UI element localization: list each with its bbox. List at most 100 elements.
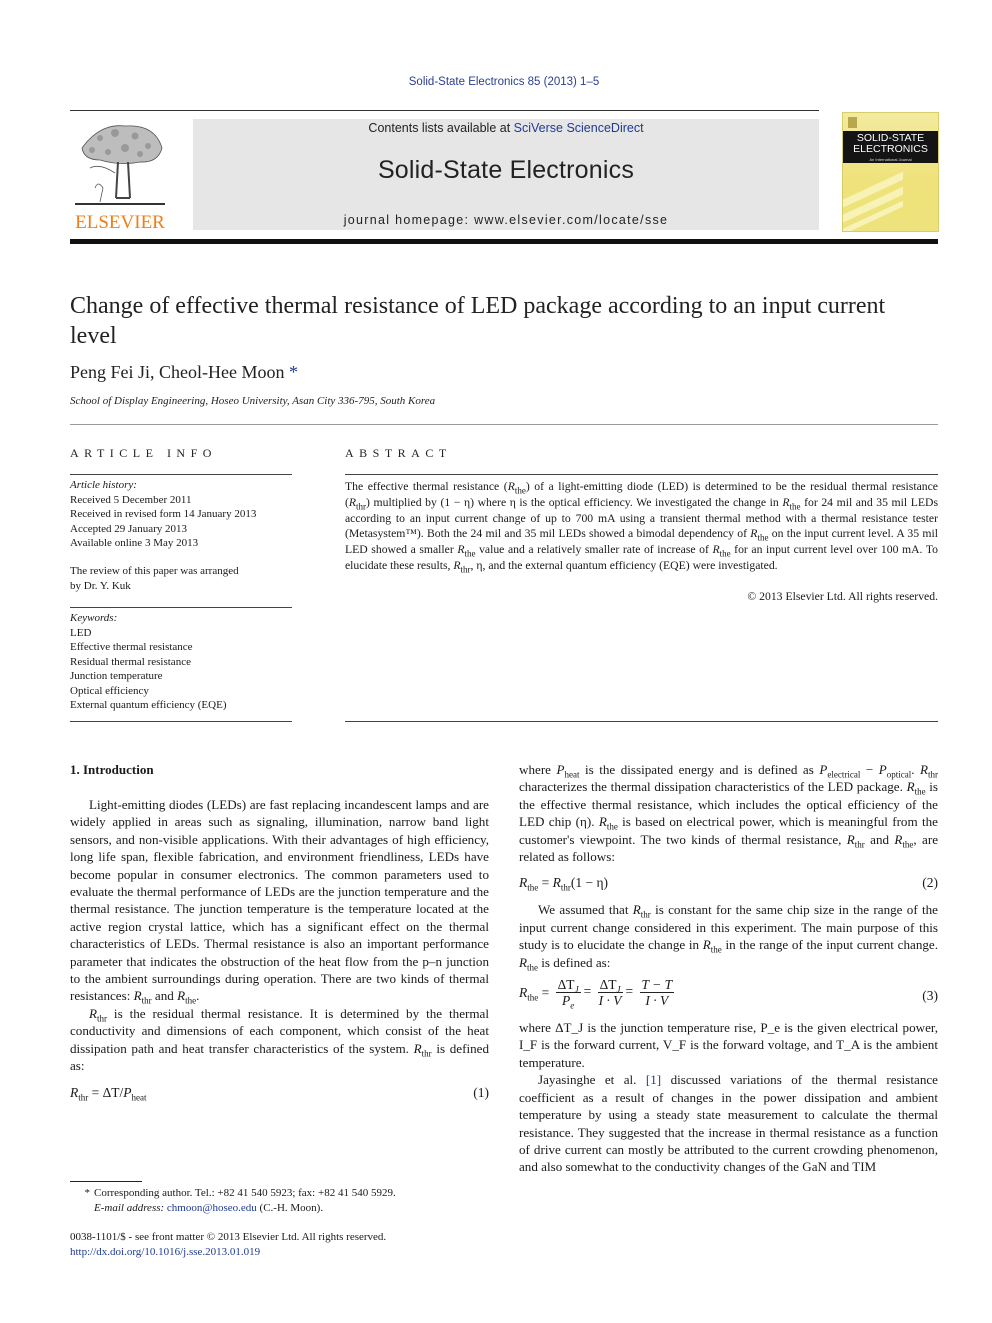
corresponding-author-marker[interactable]: * — [289, 362, 298, 382]
abstract-text: The effective thermal resistance ( — [345, 480, 508, 493]
section-heading-introduction: 1. Introduction — [70, 762, 154, 777]
elsevier-wordmark: ELSEVIER — [75, 212, 165, 233]
review-note: The review of this paper was arranged by… — [70, 564, 239, 593]
symbol: P — [123, 1084, 132, 1100]
subscript: heat — [131, 1092, 147, 1103]
contents-prefix: Contents lists available at — [368, 121, 514, 135]
subscript: the — [757, 532, 769, 543]
review-note-line: The review of this paper was arranged — [70, 565, 239, 577]
fraction: ΔTJ I · V — [597, 977, 623, 1009]
abstract-copyright: © 2013 Elsevier Ltd. All rights reserved… — [747, 590, 938, 603]
symbol: R — [133, 988, 142, 1004]
paragraph-text: . — [196, 988, 200, 1004]
email-link[interactable]: chmoon@hoseo.edu — [167, 1202, 257, 1214]
symbol: R — [552, 875, 561, 891]
equation-3: Rthe = ΔTJ Pe = ΔTJ I · V = T − TI · V (3) — [519, 977, 938, 1011]
article-history: Article history: Received 5 December 201… — [70, 478, 256, 551]
affiliation: School of Display Engineering, Hoseo Uni… — [70, 395, 436, 407]
numerator: ΔT — [599, 977, 617, 993]
symbol: P — [556, 762, 565, 777]
subscript: thr — [421, 1048, 432, 1059]
article-info-divider — [70, 607, 292, 608]
journal-homepage-link[interactable]: journal homepage: www.elsevier.com/locat… — [193, 213, 819, 227]
subscript: thr — [97, 1013, 107, 1024]
tree-icon — [75, 125, 165, 205]
cover-title-line-2: ELECTRONICS — [853, 143, 928, 155]
abstract-text: ) multiplied by (1 − η) where η is the o… — [366, 495, 783, 509]
keyword-item: External quantum efficiency (EQE) — [70, 699, 227, 711]
journal-cover-image: SOLID-STATE ELECTRONICS An International… — [842, 112, 939, 232]
keywords-list: Keywords: LED Effective thermal resistan… — [70, 611, 226, 713]
subscript: the — [606, 821, 618, 832]
keyword-item: LED — [70, 626, 92, 639]
article-info-divider — [70, 721, 292, 722]
paper-title: Change of effective thermal resistance o… — [70, 293, 886, 349]
cover-subtitle: An International Journal — [869, 157, 912, 162]
fraction: T − TI · V — [639, 977, 675, 1009]
email-label: E-mail address: — [94, 1202, 167, 1214]
abstract-text: value and a relatively smaller rate of i… — [475, 543, 713, 557]
numerator: T − T — [639, 977, 675, 994]
paragraph: Light-emitting diodes (LEDs) are fast re… — [70, 796, 489, 1006]
paragraph: We assumed that Rthr is constant for the… — [519, 901, 938, 971]
subscript: thr — [854, 839, 865, 850]
contents-availability: Contents lists available at SciVerse Sci… — [193, 121, 819, 135]
symbol: R — [632, 902, 641, 918]
body-column-right: where Pheat is the dissipated energy and… — [519, 761, 938, 1176]
keywords-label: Keywords: — [70, 612, 118, 624]
paragraph-text: and — [864, 831, 895, 847]
denominator: I · V — [598, 993, 622, 1009]
reference-link[interactable]: [1] — [646, 1072, 661, 1087]
symbol: R — [906, 779, 915, 795]
symbol: R — [846, 831, 855, 847]
subscript: the — [710, 944, 722, 955]
subscript: thr — [560, 883, 571, 894]
symbol: R — [89, 1005, 97, 1021]
article-info-heading: ARTICLE INFO — [70, 446, 217, 460]
header-divider — [70, 110, 819, 111]
keyword-item: Residual thermal resistance — [70, 655, 191, 668]
denominator: I · V — [645, 993, 669, 1009]
numerator: ΔT — [557, 977, 575, 993]
doi-link[interactable]: http://dx.doi.org/10.1016/j.sse.2013.01.… — [70, 1246, 260, 1258]
subscript: thr — [640, 910, 651, 921]
subscript: the — [527, 962, 538, 973]
equation-number: (3) — [922, 988, 938, 1004]
symbol: R — [507, 480, 515, 493]
paragraph-text: in the range of the input current change… — [721, 937, 939, 953]
subscript: the — [527, 883, 539, 894]
keyword-item: Junction temperature — [70, 670, 163, 682]
subscript: the — [789, 501, 801, 512]
equation-2: Rthe = Rthr(1 − η) (2) — [519, 875, 938, 894]
symbol: R — [413, 1040, 422, 1056]
author-list: Peng Fei Ji, Cheol-Hee Moon * — [70, 362, 298, 383]
history-item: Received 5 December 2011 — [70, 493, 192, 506]
symbol: R — [70, 1084, 79, 1100]
journal-citation-link[interactable]: Solid-State Electronics 85 (2013) 1–5 — [0, 76, 992, 88]
article-history-label: Article history: — [70, 479, 137, 491]
issn-line: 0038-1101/$ - see front matter © 2013 El… — [70, 1231, 387, 1243]
symbol: R — [702, 937, 711, 953]
authors: Peng Fei Ji, Cheol-Hee Moon — [70, 362, 285, 382]
sciencedirect-link[interactable]: SciVerse ScienceDirect — [514, 121, 644, 135]
title-divider — [70, 424, 938, 425]
equation-1: Rthr = ΔT/Pheat (1) — [70, 1084, 489, 1108]
symbol: R — [920, 762, 929, 777]
symbol: R — [519, 875, 528, 891]
paragraph-text: . — [911, 762, 921, 777]
subscript: the — [902, 839, 914, 850]
journal-title: Solid-State Electronics — [377, 156, 635, 184]
abstract-heading: ABSTRACT — [345, 446, 452, 460]
keyword-item: Effective thermal resistance — [70, 641, 193, 653]
email-suffix: (C.-H. Moon). — [256, 1202, 324, 1214]
history-item: Available online 3 May 2013 — [70, 537, 199, 549]
denominator: P — [561, 993, 571, 1009]
history-item: Received in revised form 14 January 2013 — [70, 508, 257, 520]
keyword-item: Optical efficiency — [70, 684, 149, 697]
paragraph-text: is the dissipated energy and is defined … — [579, 762, 820, 777]
fraction: ΔTJ Pe — [555, 977, 581, 1011]
subscript: thr — [460, 564, 471, 575]
symbol: R — [177, 988, 186, 1004]
subscript: the — [464, 548, 476, 559]
subscript: the — [914, 787, 926, 798]
